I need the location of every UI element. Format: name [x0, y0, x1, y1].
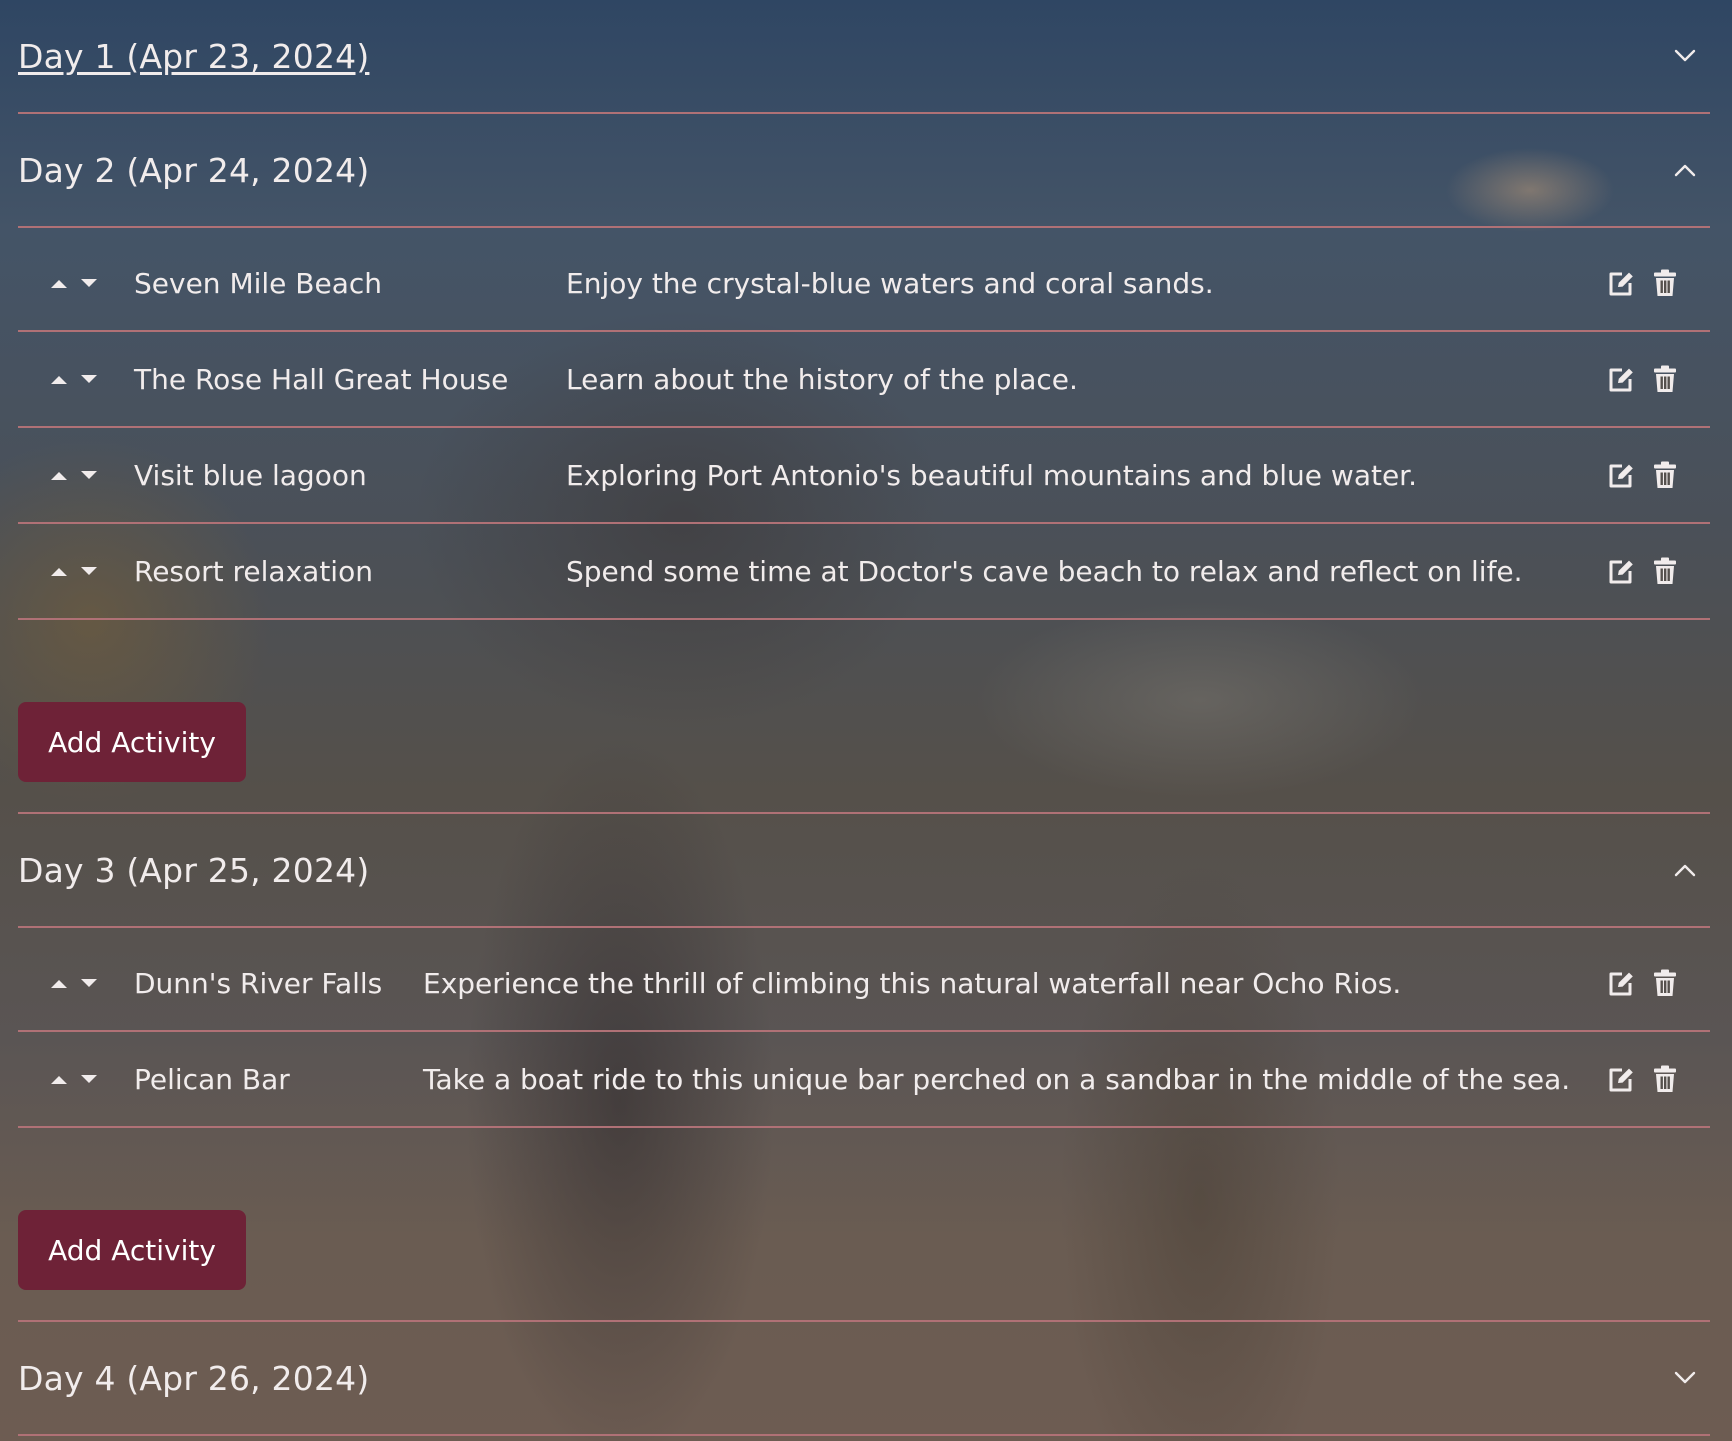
trash-icon[interactable]: [1650, 268, 1680, 298]
day-4-header[interactable]: Day 4 (Apr 26, 2024): [18, 1322, 1710, 1436]
caret-down-icon[interactable]: [80, 566, 98, 577]
caret-up-icon[interactable]: [50, 470, 68, 481]
activity-row: Dunn's River Falls Experience the thrill…: [18, 936, 1710, 1032]
day-2-header[interactable]: Day 2 (Apr 24, 2024): [18, 114, 1710, 228]
day-title: Day 1 (Apr 23, 2024): [18, 36, 370, 76]
caret-down-icon[interactable]: [80, 374, 98, 385]
caret-down-icon[interactable]: [80, 978, 98, 989]
reorder-controls: [50, 978, 114, 989]
activity-row: Pelican Bar Take a boat ride to this uni…: [18, 1032, 1710, 1128]
caret-up-icon[interactable]: [50, 374, 68, 385]
activity-actions: [1606, 364, 1680, 394]
day-3-header[interactable]: Day 3 (Apr 25, 2024): [18, 814, 1710, 928]
trash-icon[interactable]: [1650, 556, 1680, 586]
add-activity-button[interactable]: Add Activity: [18, 702, 246, 782]
day-title: Day 3 (Apr 25, 2024): [18, 850, 370, 890]
activity-actions: [1606, 968, 1680, 998]
chevron-down-icon[interactable]: [1674, 1371, 1696, 1385]
activity-description: Spend some time at Doctor's cave beach t…: [566, 554, 1523, 588]
edit-icon[interactable]: [1606, 364, 1636, 394]
activity-actions: [1606, 1064, 1680, 1094]
day-title: Day 4 (Apr 26, 2024): [18, 1358, 370, 1398]
caret-up-icon[interactable]: [50, 278, 68, 289]
trash-icon[interactable]: [1650, 364, 1680, 394]
caret-down-icon[interactable]: [80, 470, 98, 481]
chevron-down-icon[interactable]: [1674, 49, 1696, 63]
reorder-controls: [50, 374, 114, 385]
chevron-up-icon[interactable]: [1674, 863, 1696, 877]
day-3-activities: Dunn's River Falls Experience the thrill…: [18, 928, 1710, 1322]
chevron-up-icon[interactable]: [1674, 163, 1696, 177]
reorder-controls: [50, 566, 114, 577]
add-activity-area: Add Activity: [18, 1128, 1710, 1322]
activity-name: Seven Mile Beach: [134, 266, 383, 300]
reorder-controls: [50, 278, 114, 289]
activity-description: Exploring Port Antonio's beautiful mount…: [566, 458, 1418, 492]
edit-icon[interactable]: [1606, 556, 1636, 586]
trash-icon[interactable]: [1650, 460, 1680, 490]
edit-icon[interactable]: [1606, 268, 1636, 298]
activity-description: Experience the thrill of climbing this n…: [423, 966, 1402, 1000]
activity-actions: [1606, 268, 1680, 298]
trash-icon[interactable]: [1650, 968, 1680, 998]
add-activity-area: Add Activity: [18, 620, 1710, 814]
reorder-controls: [50, 1074, 114, 1085]
edit-icon[interactable]: [1606, 460, 1636, 490]
caret-up-icon[interactable]: [50, 566, 68, 577]
caret-down-icon[interactable]: [80, 1074, 98, 1085]
trash-icon[interactable]: [1650, 1064, 1680, 1094]
caret-up-icon[interactable]: [50, 1074, 68, 1085]
activity-name: Dunn's River Falls: [134, 966, 383, 1000]
caret-down-icon[interactable]: [80, 278, 98, 289]
activity-name: Resort relaxation: [134, 554, 373, 588]
day-2-activities: Seven Mile Beach Enjoy the crystal-blue …: [18, 228, 1710, 814]
add-activity-button[interactable]: Add Activity: [18, 1210, 246, 1290]
activity-row: Visit blue lagoon Exploring Port Antonio…: [18, 428, 1710, 524]
activity-name: Visit blue lagoon: [134, 458, 367, 492]
activity-description: Enjoy the crystal-blue waters and coral …: [566, 266, 1214, 300]
activity-actions: [1606, 460, 1680, 490]
edit-icon[interactable]: [1606, 968, 1636, 998]
day-1-header[interactable]: Day 1 (Apr 23, 2024): [18, 0, 1710, 114]
activity-row: The Rose Hall Great House Learn about th…: [18, 332, 1710, 428]
activity-description: Learn about the history of the place.: [566, 362, 1078, 396]
activity-name: Pelican Bar: [134, 1062, 290, 1096]
itinerary-accordion: Day 1 (Apr 23, 2024) Day 2 (Apr 24, 2024…: [18, 0, 1710, 1436]
day-title: Day 2 (Apr 24, 2024): [18, 150, 370, 190]
edit-icon[interactable]: [1606, 1064, 1636, 1094]
activity-name: The Rose Hall Great House: [134, 362, 509, 396]
activity-actions: [1606, 556, 1680, 586]
activity-description: Take a boat ride to this unique bar perc…: [423, 1062, 1571, 1096]
activity-row: Resort relaxation Spend some time at Doc…: [18, 524, 1710, 620]
activity-row: Seven Mile Beach Enjoy the crystal-blue …: [18, 236, 1710, 332]
caret-up-icon[interactable]: [50, 978, 68, 989]
reorder-controls: [50, 470, 114, 481]
